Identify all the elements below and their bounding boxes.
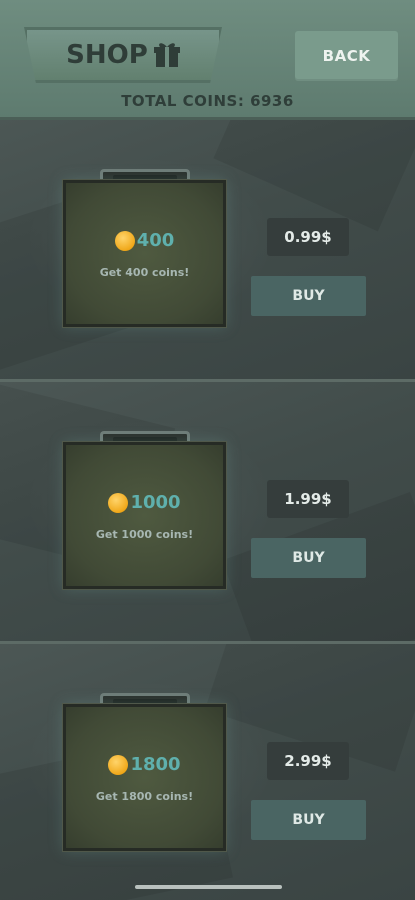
price-tag: 1.99$: [267, 480, 349, 518]
coin-offer-400: 400 Get 400 coins! 0.99$ BUY: [0, 120, 415, 382]
offer-description: Get 400 coins!: [99, 266, 190, 279]
buy-button-1800[interactable]: BUY: [251, 800, 366, 840]
page-title: SHOP: [66, 40, 148, 70]
coin-icon: [108, 492, 129, 513]
coin-crate[interactable]: 1800 Get 1800 coins!: [63, 704, 226, 851]
offer-description: Get 1000 coins!: [95, 528, 194, 541]
total-coins-display: TOTAL COINS: 6936: [0, 92, 415, 110]
buy-button-1000[interactable]: BUY: [251, 538, 366, 578]
offer-description: Get 1800 coins!: [95, 790, 194, 803]
coin-icon: [108, 754, 129, 775]
coin-offer-1000: 1000 Get 1000 coins! 1.99$ BUY: [0, 382, 415, 644]
total-coins-value: 6936: [250, 92, 294, 110]
coin-amount: 1800: [130, 754, 181, 775]
shop-title-plate: SHOP: [24, 27, 222, 83]
coin-icon: [114, 230, 135, 251]
coin-offer-1800: 1800 Get 1800 coins! 2.99$ BUY: [0, 644, 415, 900]
shop-screen: SHOP BACK TOTAL COINS: 6936 400 Get 400 …: [0, 0, 415, 900]
buy-button-400[interactable]: BUY: [251, 276, 366, 316]
price-tag: 0.99$: [267, 218, 349, 256]
coin-crate[interactable]: 400 Get 400 coins!: [63, 180, 226, 327]
gift-icon: [153, 43, 180, 67]
home-indicator[interactable]: [135, 885, 282, 889]
total-coins-label: TOTAL COINS:: [121, 92, 245, 110]
price-tag: 2.99$: [267, 742, 349, 780]
back-button[interactable]: BACK: [295, 31, 398, 81]
shop-header: SHOP BACK TOTAL COINS: 6936: [0, 0, 415, 120]
coin-amount: 1000: [130, 492, 181, 513]
coin-crate[interactable]: 1000 Get 1000 coins!: [63, 442, 226, 589]
coin-amount: 400: [136, 230, 175, 251]
